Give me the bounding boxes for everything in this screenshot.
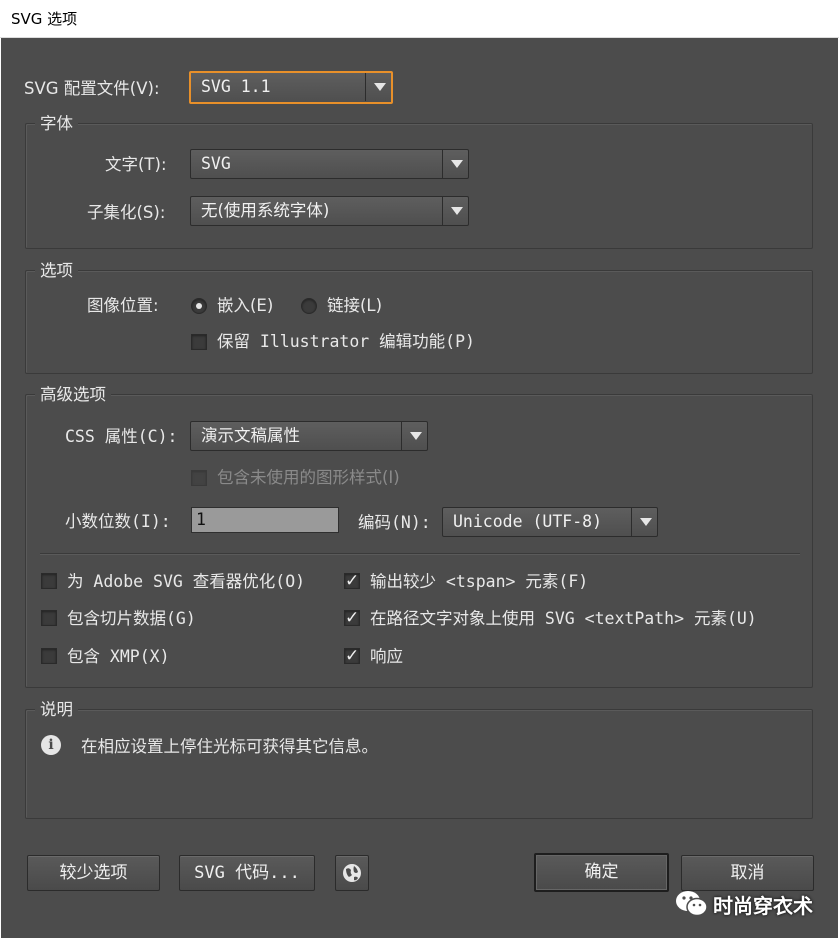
check-mark-icon: ✓ [345,608,360,628]
profile-select[interactable]: SVG 1.1 [189,71,393,104]
xmp-label: 包含 XMP(X) [67,647,170,666]
embed-label: 嵌入(E) [217,296,274,315]
options-group-title: 选项 [35,260,78,282]
preserve-label: 保留 Illustrator 编辑功能(P) [217,332,475,351]
css-properties-select[interactable]: 演示文稿属性 [190,421,428,451]
encoding-select[interactable]: Unicode (UTF-8) [442,507,658,537]
chevron-down-icon [442,197,468,225]
chevron-down-icon [631,508,657,536]
css-properties-value: 演示文稿属性 [201,426,300,445]
textpath-label: 在路径文字对象上使用 SVG <textPath> 元素(U) [370,609,757,628]
description-group-title: 说明 [35,699,78,721]
advanced-divider [40,553,800,554]
description-text: 在相应设置上停住光标可获得其它信息。 [81,737,378,756]
decimal-places-value: 1 [196,510,206,529]
less-tspan-checkbox[interactable]: ✓ [344,571,360,591]
decimal-places-label: 小数位数(I): [65,512,171,531]
xmp-checkbox[interactable] [41,648,57,664]
check-mark-icon: ✓ [345,646,360,666]
svg-options-dialog: SVG 配置文件(V): SVG 1.1 字体 文字(T): SVG 子集化(S… [1,38,838,938]
watermark-text: 时尚穿衣术 [713,894,813,918]
adobe-viewer-label: 为 Adobe SVG 查看器优化(O) [67,572,306,591]
encoding-value: Unicode (UTF-8) [453,512,603,531]
subset-select[interactable]: 无(使用系统字体) [190,196,469,226]
fewer-options-button[interactable]: 较少选项 [27,855,160,891]
css-properties-label: CSS 属性(C): [65,427,178,446]
preserve-checkbox[interactable] [191,334,207,350]
slice-data-label: 包含切片数据(G) [67,609,196,628]
text-type-label: 文字(T): [105,155,167,174]
ok-button[interactable]: 确定 [534,853,669,892]
window-title: SVG 选项 [11,10,78,28]
profile-select-value: SVG 1.1 [201,77,271,96]
decimal-places-input[interactable]: 1 [191,507,339,533]
subset-label: 子集化(S): [87,203,166,222]
wechat-icon [676,891,708,917]
chevron-down-icon [442,150,468,178]
description-group [25,709,813,819]
web-preview-button[interactable] [335,855,369,891]
include-unused-checkbox[interactable] [191,470,207,486]
image-location-label: 图像位置: [87,296,159,315]
window-title-bar: SVG 选项 [0,0,839,38]
profile-label: SVG 配置文件(V): [24,79,160,98]
textpath-checkbox[interactable]: ✓ [344,608,360,628]
link-radio[interactable] [301,298,317,314]
responsive-checkbox[interactable]: ✓ [344,646,360,666]
cancel-button[interactable]: 取消 [681,855,814,891]
include-unused-label: 包含未使用的图形样式(I) [217,468,400,487]
svg-code-button[interactable]: SVG 代码... [179,855,315,891]
adobe-viewer-checkbox[interactable] [41,573,57,589]
embed-radio[interactable] [191,298,207,314]
slice-data-checkbox[interactable] [41,610,57,626]
info-icon: i [41,735,61,755]
fonts-group-title: 字体 [35,113,78,135]
globe-icon [343,864,361,882]
advanced-group-title: 高级选项 [35,384,111,406]
link-label: 链接(L) [327,296,383,315]
responsive-label: 响应 [370,647,403,666]
text-type-select[interactable]: SVG [190,149,469,179]
chevron-down-icon [365,73,391,101]
fonts-group [25,123,813,249]
encoding-label: 编码(N): [358,513,431,532]
text-type-value: SVG [201,154,231,173]
options-group [25,270,813,374]
less-tspan-label: 输出较少 <tspan> 元素(F) [370,572,589,591]
subset-value: 无(使用系统字体) [201,201,330,220]
check-mark-icon: ✓ [345,571,360,591]
chevron-down-icon [401,422,427,450]
